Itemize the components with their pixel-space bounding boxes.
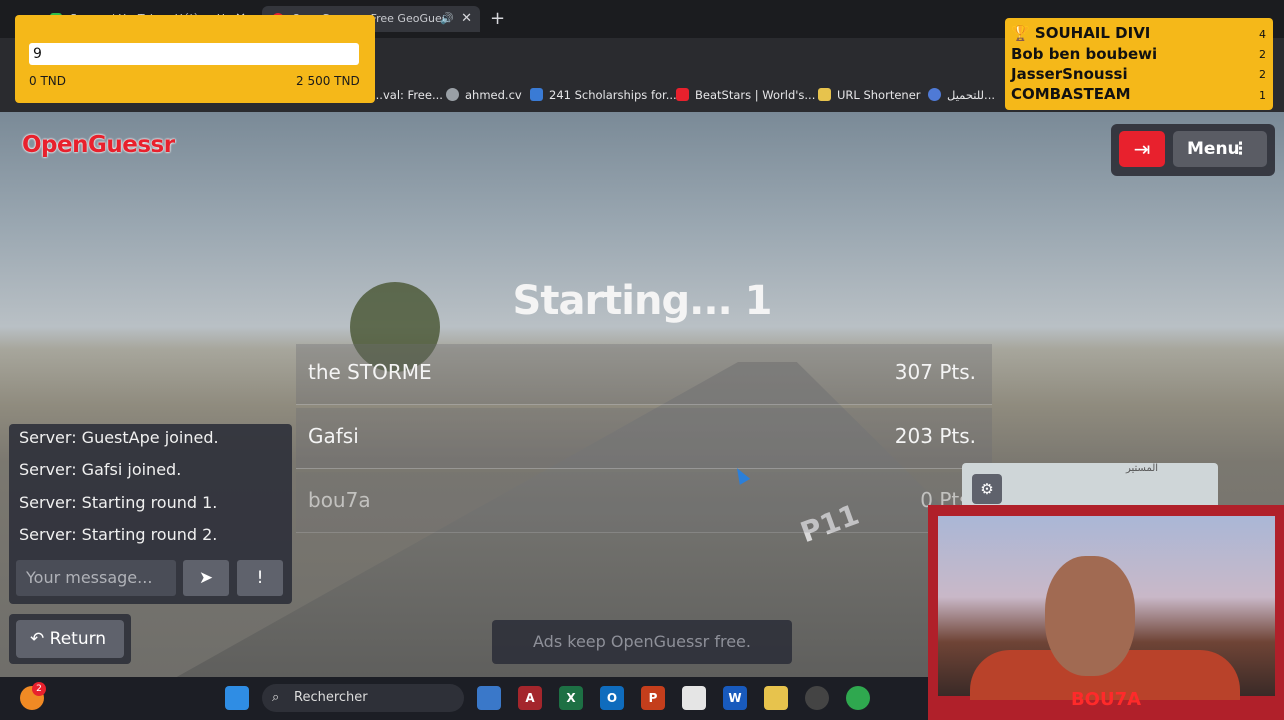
chat-message: Server: Starting round 2.: [19, 525, 218, 544]
donor-count: 1: [1259, 89, 1266, 102]
search-label: Rechercher: [294, 690, 368, 705]
search-icon: ⌕: [272, 690, 280, 705]
player-points: 203 Pts.: [894, 424, 976, 448]
speaker-icon[interactable]: 🔊: [440, 6, 454, 32]
return-button[interactable]: ↶ Return: [16, 620, 124, 658]
donor-count: 2: [1259, 48, 1266, 61]
plus-icon[interactable]: +: [490, 8, 505, 29]
bookmark-item[interactable]: للتحميل...: [928, 78, 995, 112]
report-icon: !: [256, 568, 264, 588]
donor-row: 🏆 SOUHAIL DIVI: [1011, 24, 1151, 42]
access-icon[interactable]: A: [518, 686, 542, 710]
player-name: the STORME: [308, 360, 432, 384]
exit-button[interactable]: ⇥: [1119, 131, 1165, 167]
more-vertical-icon: ⋮: [1232, 139, 1249, 159]
notepad-icon[interactable]: [477, 686, 501, 710]
scholarship-icon: [530, 88, 543, 101]
notification-badge: 2: [32, 682, 46, 696]
round-countdown: Starting... 1: [512, 278, 773, 324]
word-icon[interactable]: W: [723, 686, 747, 710]
chat-message-input[interactable]: Your message...: [16, 560, 176, 596]
publisher-icon[interactable]: [682, 686, 706, 710]
chat-message: Server: Starting round 1.: [19, 493, 218, 512]
bookmark-item[interactable]: BeatStars | World's...: [676, 78, 815, 112]
donor-row: Bob ben boubewi: [1011, 45, 1158, 63]
chat-message: Server: Gafsi joined.: [19, 460, 182, 479]
webcam-label: BOU7A: [1070, 689, 1142, 710]
obs-icon[interactable]: [805, 686, 829, 710]
send-button[interactable]: ➤: [183, 560, 229, 596]
excel-icon[interactable]: X: [559, 686, 583, 710]
donor-row: JasserSnoussi: [1011, 65, 1128, 83]
donor-count: 4: [1259, 28, 1266, 41]
gear-icon: [928, 88, 941, 101]
donor-count: 2: [1259, 68, 1266, 81]
ads-notice: Ads keep OpenGuessr free.: [492, 620, 792, 664]
trophy-icon: 🏆: [1011, 24, 1035, 42]
windows-start-icon[interactable]: [225, 686, 249, 710]
bookmark-item[interactable]: ahmed.cv: [446, 78, 522, 112]
return-label: Return: [49, 629, 107, 649]
donation-goal-value: 9: [29, 43, 359, 65]
bookmark-item[interactable]: 241 Scholarships for...: [530, 78, 677, 112]
close-tab-icon[interactable]: ✕: [461, 6, 472, 32]
outlook-icon[interactable]: O: [600, 686, 624, 710]
bookmark-item[interactable]: URL Shortener: [818, 78, 921, 112]
powerpoint-icon[interactable]: P: [641, 686, 665, 710]
file-explorer-icon[interactable]: [764, 686, 788, 710]
chat-message: Server: GuestApe joined.: [19, 428, 219, 447]
player-name: Gafsi: [308, 424, 359, 448]
send-icon: ➤: [198, 568, 214, 588]
streamer-face: [1045, 556, 1135, 676]
taskbar-search[interactable]: ⌕ Rechercher: [262, 684, 464, 712]
globe-icon: [446, 88, 459, 101]
map-settings-icon[interactable]: ⚙: [972, 474, 1002, 504]
return-icon: ↶: [30, 629, 50, 649]
bookmark-item[interactable]: ...val: Free...: [372, 78, 443, 112]
beatstars-icon: [676, 88, 689, 101]
donation-goal-min: 0 TND: [29, 74, 66, 88]
menu-button[interactable]: Menu ⋮: [1173, 131, 1267, 167]
player-points: 307 Pts.: [894, 360, 976, 384]
exit-icon: ⇥: [1133, 137, 1151, 161]
openguessr-logo[interactable]: OpenGuessr: [22, 132, 175, 158]
leaderboard-row: the STORME 307 Pts.: [296, 344, 992, 405]
chrome-icon[interactable]: [846, 686, 870, 710]
folder-icon: [818, 88, 831, 101]
donation-goal-max: 2 500 TND: [296, 74, 360, 88]
player-name: bou7a: [308, 488, 371, 512]
donor-row: COMBASTEAM: [1011, 85, 1131, 103]
map-label: المستير: [1126, 463, 1159, 474]
leaderboard-row: Gafsi 203 Pts.: [296, 408, 992, 469]
report-button[interactable]: !: [237, 560, 283, 596]
leaderboard-row: bou7a 0 Pts.: [296, 472, 992, 533]
